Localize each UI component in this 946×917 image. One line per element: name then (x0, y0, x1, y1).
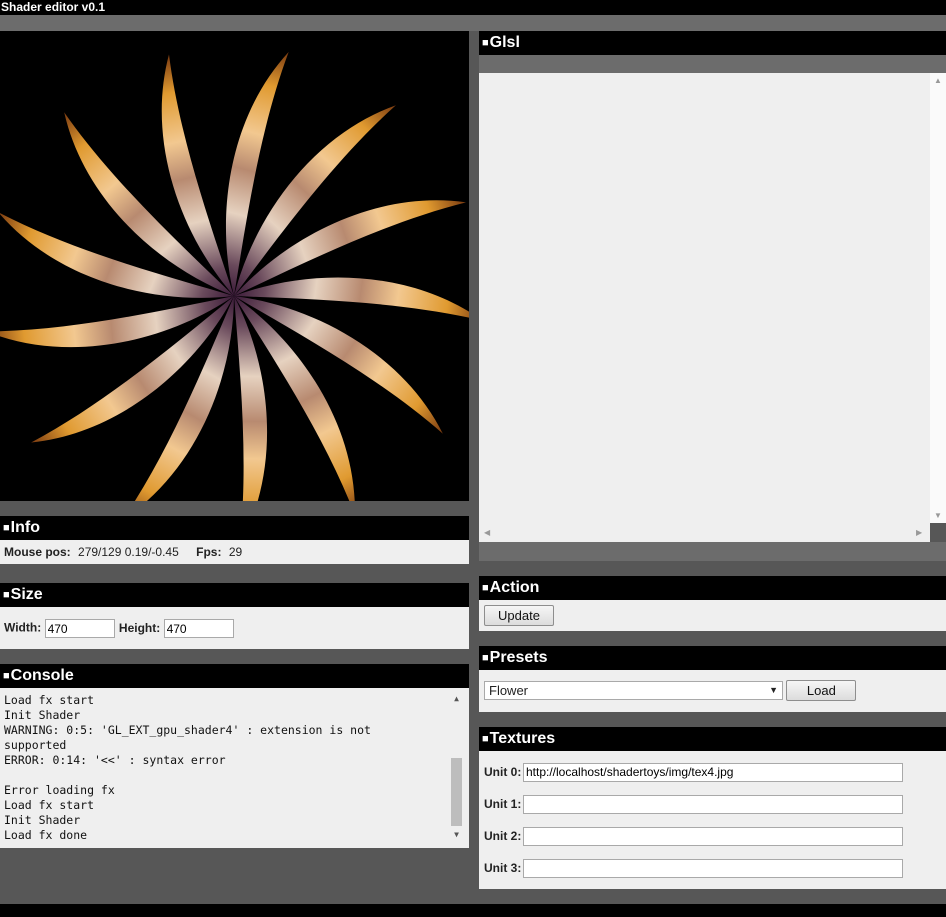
black-square-icon: ■ (482, 652, 489, 664)
console-panel: ■Console Load fx start Init Shader WARNING… (0, 664, 469, 848)
console-line: Error loading fx (4, 783, 115, 797)
shader-render-image (0, 51, 469, 501)
scroll-down-icon[interactable]: ▼ (450, 830, 463, 840)
height-label: Height: (118, 620, 161, 635)
glsl-title: Glsl (489, 34, 520, 51)
black-square-icon: ■ (482, 37, 489, 49)
texture-unit-row: Unit 1: (479, 788, 946, 820)
black-square-icon: ■ (482, 733, 489, 745)
size-panel: ■Size Width: Height: (0, 583, 469, 649)
shader-canvas[interactable] (0, 31, 469, 501)
black-square-icon: ■ (3, 670, 10, 682)
preset-selected-value: Flower (489, 683, 529, 698)
textures-title: Textures (489, 730, 556, 747)
texture-unit-label: Unit 1: (484, 797, 522, 811)
console-line: Init Shader (4, 813, 81, 827)
width-input[interactable] (44, 619, 115, 638)
texture-unit-label: Unit 2: (484, 829, 522, 843)
info-title: Info (10, 519, 40, 536)
console-scrollbar[interactable]: ▲ ▼ (450, 694, 463, 840)
presets-panel: ■Presets Flower ▼ Load (479, 646, 946, 712)
app-title: Shader editor v0.1 (0, 0, 946, 15)
scroll-right-icon[interactable]: ▶ (916, 528, 922, 537)
black-square-icon: ■ (3, 589, 10, 601)
scroll-down-icon[interactable]: ▼ (934, 511, 942, 520)
console-line: WARNING: 0:5: 'GL_EXT_gpu_shader4' : ext… (4, 723, 378, 752)
console-line: ERROR: 0:14: '<<' : syntax error (4, 753, 226, 767)
scroll-left-icon[interactable]: ◀ (484, 528, 490, 537)
bottom-bar (0, 904, 946, 917)
fps-value: 29 (228, 545, 243, 559)
console-title: Console (10, 667, 74, 684)
mouse-pos-label: Mouse pos: (4, 545, 71, 559)
texture-unit-row: Unit 3: (479, 852, 946, 884)
scroll-up-icon[interactable]: ▲ (450, 694, 463, 704)
glsl-panel: ■Glsl (479, 31, 946, 55)
chevron-down-icon: ▼ (769, 685, 778, 695)
console-lines: Load fx start Init Shader WARNING: 0:5: 'G… (0, 688, 440, 843)
action-panel: ■Action Update (479, 576, 946, 631)
texture-unit-1-input[interactable] (523, 794, 903, 814)
size-title: Size (10, 586, 43, 603)
update-button[interactable]: Update (484, 605, 554, 626)
texture-unit-label: Unit 3: (484, 861, 522, 875)
texture-unit-3-input[interactable] (523, 858, 903, 878)
black-square-icon: ■ (482, 582, 489, 594)
console-line: Load fx start (4, 798, 95, 812)
console-line: Init Shader (4, 708, 81, 722)
load-preset-button[interactable]: Load (786, 680, 857, 701)
scroll-up-icon[interactable]: ▲ (934, 76, 942, 85)
glsl-horizontal-scrollbar[interactable]: ◀ ▶ (479, 524, 930, 542)
console-line: Load fx done (4, 828, 88, 842)
info-panel: ■Info Mouse pos: 279/129 0.19/-0.45 Fps:… (0, 516, 469, 564)
texture-unit-2-input[interactable] (523, 826, 903, 846)
action-title: Action (489, 579, 540, 596)
width-label: Width: (4, 620, 42, 635)
console-output[interactable]: Load fx start Init Shader WARNING: 0:5: 'G… (0, 688, 469, 848)
mouse-pos-value: 279/129 0.19/-0.45 (78, 545, 179, 559)
texture-unit-0-input[interactable] (523, 762, 903, 782)
height-input[interactable] (163, 619, 234, 638)
glsl-vertical-scrollbar[interactable]: ▲ ▼ (930, 73, 946, 523)
fps-label: Fps: (196, 545, 222, 559)
texture-unit-label: Unit 0: (484, 765, 522, 779)
texture-unit-row: Unit 2: (479, 820, 946, 852)
black-square-icon: ■ (3, 522, 10, 534)
console-line: Load fx start (4, 693, 95, 707)
texture-unit-row: Unit 0: (479, 756, 946, 788)
presets-title: Presets (489, 649, 548, 666)
textures-panel: ■Textures Unit 0: Unit 1: Unit 2: Unit 3… (479, 727, 946, 889)
scroll-thumb[interactable] (451, 758, 462, 826)
glsl-code-editor[interactable] (479, 73, 930, 542)
top-strip (0, 15, 946, 31)
preset-select[interactable]: Flower ▼ (484, 681, 783, 700)
